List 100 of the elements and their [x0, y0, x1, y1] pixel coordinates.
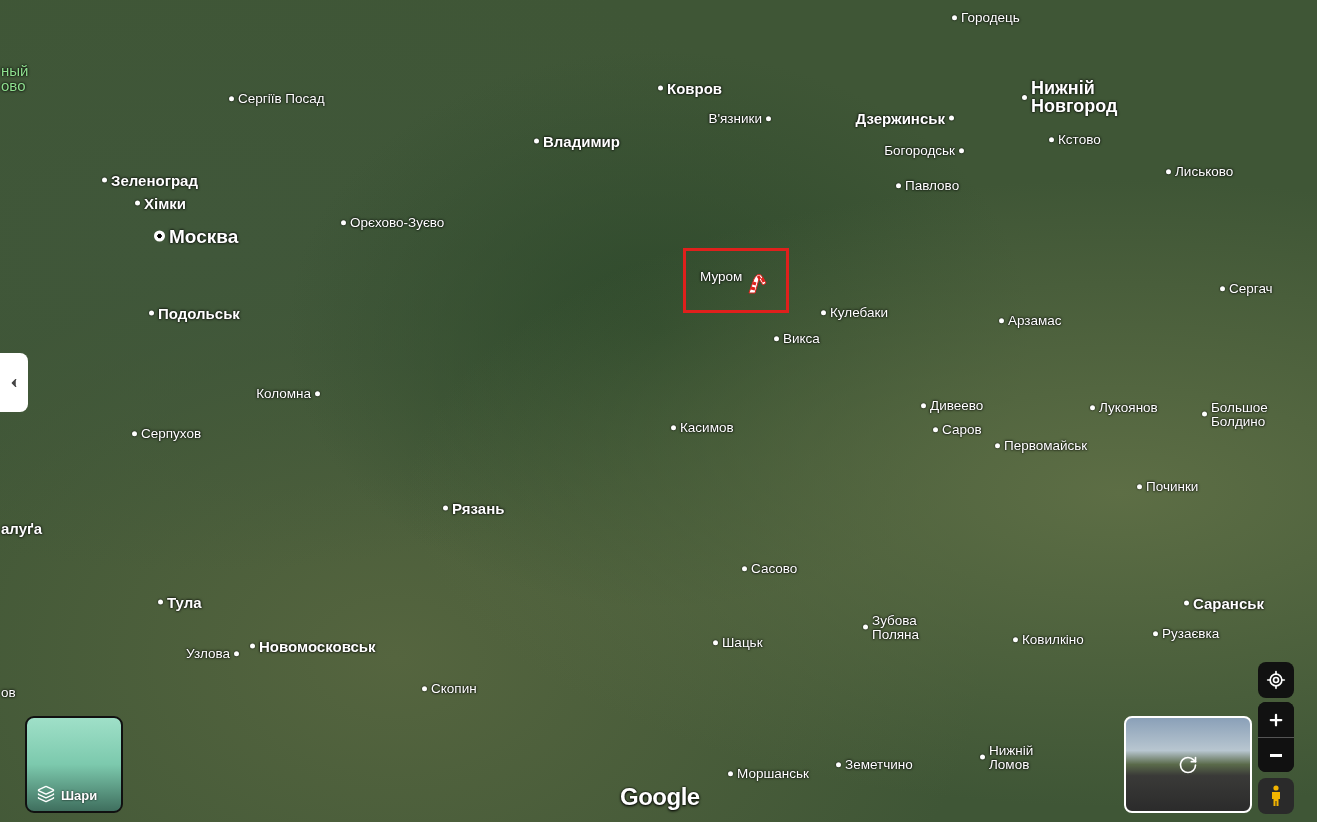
city-label[interactable]: Рязань	[452, 500, 505, 516]
city-label[interactable]: Скопин	[431, 682, 477, 696]
city-label[interactable]: Орєхово-Зуєво	[350, 216, 445, 230]
city-dot-icon	[149, 310, 154, 316]
city-label[interactable]: Зеленоград	[111, 172, 198, 188]
city-label[interactable]: Зубова Поляна	[872, 613, 920, 641]
city-label[interactable]: Дивеево	[930, 399, 984, 413]
city-dot-icon	[995, 443, 1000, 449]
city-dot-icon	[952, 15, 957, 21]
city-label[interactable]: Первомайськ	[1004, 439, 1088, 453]
layers-button[interactable]: Шари	[25, 716, 123, 813]
city-dot-icon	[315, 391, 320, 397]
city-label[interactable]: Сергіїв Посад	[238, 92, 325, 106]
city-dot-icon	[1220, 286, 1225, 292]
city-dot-icon	[1137, 484, 1142, 490]
city-label[interactable]: Узлова	[186, 647, 230, 661]
capital-dot-icon	[154, 230, 165, 242]
city-dot-icon	[534, 138, 539, 144]
city-label[interactable]: Москва	[169, 226, 239, 246]
city-label[interactable]: алуґа	[1, 520, 43, 536]
city-dot-icon	[1202, 411, 1207, 417]
city-label[interactable]: Земетчино	[845, 758, 913, 772]
city-label[interactable]: Шацьк	[722, 636, 763, 650]
city-dot-icon	[728, 771, 733, 777]
city-dot-icon	[158, 599, 163, 605]
city-label[interactable]: Нижній Новгород	[1031, 79, 1118, 115]
city-dot-icon	[132, 431, 137, 437]
city-dot-icon	[658, 85, 663, 91]
city-dot-icon	[713, 640, 718, 646]
city-label[interactable]: Хімки	[144, 195, 186, 211]
city-label[interactable]: Богородськ	[884, 144, 955, 158]
minus-icon	[1270, 753, 1282, 757]
striped-marker-icon	[746, 271, 768, 295]
city-label[interactable]: Кстово	[1058, 133, 1101, 147]
city-dot-icon	[863, 624, 868, 630]
city-label[interactable]: Рузаєвка	[1162, 627, 1220, 641]
city-label[interactable]: Городець	[961, 11, 1020, 25]
city-dot-icon	[671, 425, 676, 431]
layers-icon	[37, 785, 55, 803]
city-dot-icon	[1049, 137, 1054, 143]
city-label[interactable]: Арзамас	[1008, 314, 1062, 328]
city-dot-icon	[921, 403, 926, 409]
satellite-map[interactable]	[0, 0, 1317, 822]
zoom-out-button[interactable]	[1258, 737, 1294, 772]
city-label[interactable]: Тула	[167, 594, 202, 610]
city-label[interactable]: Павлово	[905, 179, 960, 193]
logo: Google	[620, 783, 700, 811]
city-dot-icon	[1153, 631, 1158, 637]
city-label[interactable]: Нижній Ломов	[989, 743, 1034, 771]
city-dot-icon	[896, 183, 901, 189]
city-label[interactable]: В'язники	[708, 112, 762, 126]
city-dot-icon	[1166, 169, 1171, 175]
city-label[interactable]: Дзержинськ	[855, 110, 945, 126]
city-label[interactable]: Большое Болдино	[1211, 400, 1268, 428]
city-label[interactable]: Починки	[1146, 480, 1199, 494]
city-label[interactable]: Викса	[783, 332, 820, 346]
city-label[interactable]: ный ово	[1, 63, 29, 93]
city-label[interactable]: Саров	[942, 423, 982, 437]
city-label[interactable]: Сергач	[1229, 282, 1273, 296]
city-dot-icon	[250, 643, 255, 649]
city-dot-icon	[836, 762, 841, 768]
city-dot-icon	[959, 148, 964, 154]
city-dot-icon	[980, 754, 985, 760]
city-dot-icon	[1013, 637, 1018, 643]
city-label[interactable]: Сасово	[751, 562, 798, 576]
city-dot-icon	[443, 505, 448, 511]
city-label[interactable]: Муром	[700, 270, 743, 284]
city-label[interactable]: Серпухов	[141, 427, 202, 441]
city-label[interactable]: Моршанськ	[737, 767, 809, 781]
street-view-photo-placeholder[interactable]	[1124, 716, 1252, 813]
person-icon	[1270, 785, 1282, 807]
city-label[interactable]: Касимов	[680, 421, 734, 435]
collapse-panel-button[interactable]	[0, 353, 28, 412]
city-dot-icon	[821, 310, 826, 316]
city-dot-icon	[949, 115, 954, 121]
city-label[interactable]: Подольськ	[158, 305, 240, 321]
pegman-button[interactable]	[1258, 778, 1294, 814]
city-dot-icon	[1090, 405, 1095, 411]
city-label[interactable]: ов	[1, 686, 16, 700]
city-label[interactable]: Новомосковськ	[259, 638, 376, 654]
city-label[interactable]: Ковилкіно	[1022, 633, 1084, 647]
city-label[interactable]: Ковров	[667, 80, 723, 96]
city-dot-icon	[135, 200, 140, 206]
city-dot-icon	[102, 177, 107, 183]
city-dot-icon	[341, 220, 346, 226]
my-location-button[interactable]	[1258, 662, 1294, 698]
city-label[interactable]: Лукоянов	[1099, 401, 1158, 415]
city-label[interactable]: Коломна	[256, 387, 311, 401]
rotate-icon	[1178, 754, 1198, 775]
city-dot-icon	[742, 566, 747, 572]
city-label[interactable]: Владимир	[543, 133, 620, 149]
city-dot-icon	[774, 336, 779, 342]
city-dot-icon	[422, 686, 427, 692]
city-label[interactable]: Лиськово	[1175, 165, 1234, 179]
city-dot-icon	[229, 96, 234, 102]
city-dot-icon	[1022, 94, 1027, 100]
city-label[interactable]: Кулебаки	[830, 306, 888, 320]
city-dot-icon	[933, 427, 938, 433]
city-label[interactable]: Саранськ	[1193, 595, 1264, 611]
city-dot-icon	[234, 651, 239, 657]
